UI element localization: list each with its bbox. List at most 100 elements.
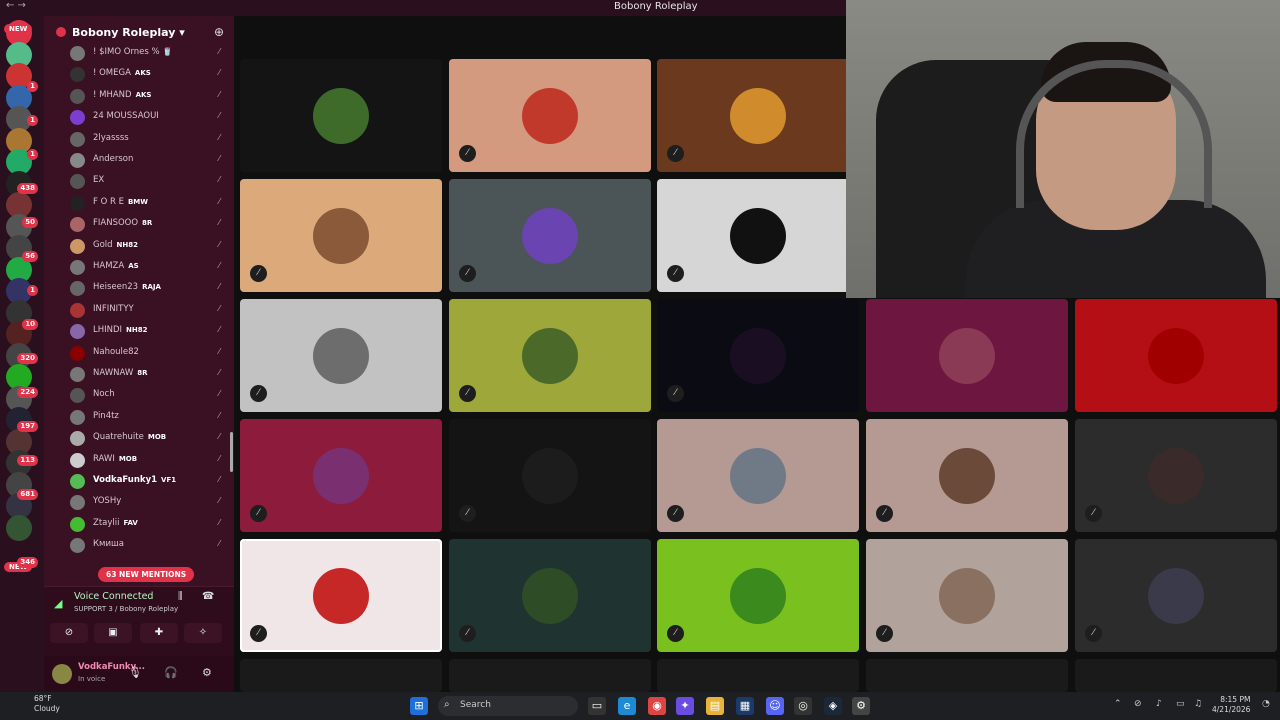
participant-tile[interactable]: ⁄ [449, 179, 651, 292]
member-row[interactable]: Heiseen23 RAJA ⁄ [70, 279, 230, 299]
participant-tile[interactable]: ⁄ [449, 299, 651, 412]
signal-icon[interactable]: ◢ [54, 597, 62, 610]
weather-widget[interactable]: 68°F Cloudy [34, 694, 60, 714]
member-tag: AKS [134, 69, 151, 78]
participant-tile[interactable] [1075, 659, 1277, 692]
file-explorer-icon[interactable]: ▤ [706, 697, 724, 715]
participant-tile[interactable] [449, 659, 651, 692]
volume-icon[interactable]: ♫ [1194, 699, 1202, 709]
voice-status[interactable]: Voice Connected [74, 591, 153, 602]
member-row[interactable]: Nahoule82 ⁄ [70, 344, 230, 364]
tray-chevron-icon[interactable]: ⌃ [1114, 699, 1122, 709]
member-row[interactable]: VodkaFunky1 VF1 ⁄ [70, 472, 230, 492]
settings-gear-icon[interactable]: ⚙ [202, 666, 212, 679]
participant-tile[interactable]: ⁄ [449, 59, 651, 172]
taskview-icon[interactable]: ▭ [588, 697, 606, 715]
participant-tile[interactable]: ⁄ [449, 539, 651, 652]
member-row[interactable]: EX ⁄ [70, 172, 230, 192]
member-row[interactable]: ! MHAND AKS ⁄ [70, 87, 230, 107]
participant-tile[interactable]: ⁄ [240, 419, 442, 532]
member-row[interactable]: LHINDI NH82 ⁄ [70, 322, 230, 342]
member-row[interactable]: Ztaylii FAV ⁄ [70, 515, 230, 535]
server-icon[interactable] [6, 514, 32, 541]
member-row[interactable]: 2lyassss ⁄ [70, 130, 230, 150]
member-row[interactable]: Anderson ⁄ [70, 151, 230, 171]
participant-tile[interactable]: ⁄ [449, 419, 651, 532]
notification-icon[interactable]: ◔ [1262, 699, 1270, 709]
add-member-icon[interactable]: ⊕ [214, 25, 224, 39]
member-name: INFINITYY [93, 303, 134, 314]
participant-tile[interactable]: ⁄ [866, 539, 1068, 652]
participant-tile[interactable] [240, 659, 442, 692]
participant-tile[interactable]: ⁄ [240, 179, 442, 292]
tray-app-icon[interactable]: ⊘ [1134, 699, 1142, 709]
camera-button[interactable]: ⊘ [50, 623, 88, 643]
discord-icon[interactable]: ☺ [766, 697, 784, 715]
participant-tile[interactable]: ⁄ [866, 419, 1068, 532]
settings-icon[interactable]: ⚙ [852, 697, 870, 715]
member-row[interactable]: FIANSOOO 8R ⁄ [70, 215, 230, 235]
obs-icon[interactable]: ◎ [794, 697, 812, 715]
member-row[interactable]: HAMZA AS ⁄ [70, 258, 230, 278]
participant-tile[interactable] [1075, 299, 1277, 412]
participant-tile[interactable] [866, 299, 1068, 412]
network-icon[interactable]: ▭ [1176, 699, 1185, 709]
participant-tile[interactable]: ⁄ [240, 539, 442, 652]
mic-tray-icon[interactable]: ♪ [1156, 699, 1162, 709]
avatar[interactable] [52, 664, 72, 684]
member-row[interactable]: Gold NH82 ⁄ [70, 237, 230, 257]
member-row[interactable]: 24 MOUSSAOUI ⁄ [70, 108, 230, 128]
avatar [522, 207, 578, 264]
member-row[interactable]: F O R E BMW ⁄ [70, 194, 230, 214]
activity-button[interactable]: ✚ [140, 623, 178, 643]
participant-tile[interactable]: ⁄ [657, 299, 859, 412]
voice-channel[interactable]: SUPPORT 3 / Bobony Roleplay [74, 605, 178, 613]
member-row[interactable]: INFINITYY ⁄ [70, 301, 230, 321]
muted-mic-icon: ⁄ [218, 68, 220, 78]
mic-icon[interactable]: 🎙 [128, 666, 142, 679]
chrome-icon[interactable]: ◉ [648, 697, 666, 715]
soundboard-button[interactable]: ✧ [184, 623, 222, 643]
participant-tile[interactable] [240, 59, 442, 172]
clock[interactable]: 8:15 PM 4/21/2026 [1212, 695, 1250, 715]
participant-tile[interactable]: ⁄ [657, 419, 859, 532]
avatar [522, 327, 578, 384]
steam-icon[interactable]: ◈ [824, 697, 842, 715]
unread-badge: 681 [6, 470, 38, 500]
member-row[interactable]: ! $IMO Ornes % 🥤 ⁄ [70, 44, 230, 64]
participant-tile[interactable]: ⁄ [657, 539, 859, 652]
participant-tile[interactable]: ⁄ [657, 179, 859, 292]
participant-tile[interactable]: ⁄ [1075, 419, 1277, 532]
new-mentions-pill[interactable]: 63 NEW MENTIONS [98, 567, 195, 582]
avatar [70, 367, 85, 382]
member-row[interactable]: ! OMEGA AKS ⁄ [70, 65, 230, 85]
participant-tile[interactable] [866, 659, 1068, 692]
participant-tile[interactable]: ⁄ [657, 59, 859, 172]
member-scrollbar[interactable] [230, 432, 233, 472]
member-row[interactable]: YOSHy ⁄ [70, 493, 230, 513]
participant-tile[interactable] [657, 659, 859, 692]
noise-suppression-icon[interactable]: ⫼ [178, 591, 183, 602]
unread-badge: 197 [6, 402, 38, 432]
screen-share-button[interactable]: ▣ [94, 623, 132, 643]
member-row[interactable]: Pin4tz ⁄ [70, 408, 230, 428]
participant-tile[interactable]: ⁄ [240, 299, 442, 412]
search-box[interactable]: ⌕ Search [438, 696, 578, 716]
copilot-icon[interactable]: ✦ [676, 697, 694, 715]
nav-arrows-icon[interactable]: ← → [6, 0, 26, 11]
store-icon[interactable]: ▦ [736, 697, 754, 715]
member-row[interactable]: Кмиша ⁄ [70, 536, 230, 556]
member-name: RAWI MOB [93, 453, 138, 464]
disconnect-icon[interactable]: ☎ [202, 591, 214, 602]
server-name[interactable]: Bobony Roleplay ▾ [72, 26, 185, 39]
unread-badge: 320 [6, 334, 38, 364]
member-tag: MOB [118, 454, 138, 463]
member-row[interactable]: Quatrehuite MOB ⁄ [70, 429, 230, 449]
edge-icon[interactable]: e [618, 697, 636, 715]
headphones-icon[interactable]: 🎧 [164, 666, 178, 679]
member-row[interactable]: RAWI MOB ⁄ [70, 451, 230, 471]
member-row[interactable]: Noch ⁄ [70, 386, 230, 406]
participant-tile[interactable]: ⁄ [1075, 539, 1277, 652]
start-button[interactable]: ⊞ [410, 697, 428, 715]
member-row[interactable]: NAWNAW 8R ⁄ [70, 365, 230, 385]
